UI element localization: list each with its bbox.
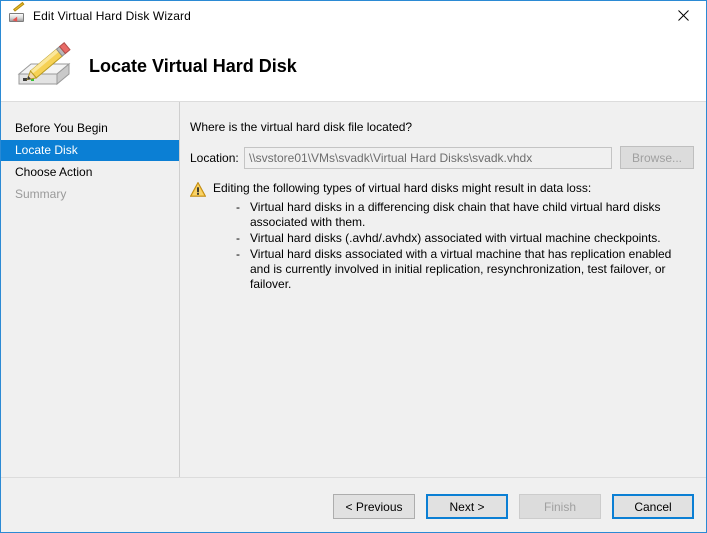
edit-virtual-hard-disk-wizard-window: Edit Virtual Hard Disk Wizard Locate Vir…: [0, 0, 707, 533]
finish-button: Finish: [519, 494, 601, 519]
warning-heading: Editing the following types of virtual h…: [213, 181, 592, 195]
sidebar-item-before-you-begin[interactable]: Before You Begin: [1, 118, 179, 139]
warning-triangle-icon: [189, 181, 207, 197]
list-item: - Virtual hard disks in a differencing di…: [213, 200, 694, 230]
close-button[interactable]: [660, 1, 706, 30]
sidebar-item-choose-action[interactable]: Choose Action: [1, 162, 179, 183]
sidebar-item-locate-disk[interactable]: Locate Disk: [1, 140, 179, 161]
pencil-over-hard-disk-icon: [15, 42, 75, 90]
data-loss-warning: Editing the following types of virtual h…: [189, 181, 694, 293]
wizard-header: Locate Virtual Hard Disk: [1, 31, 706, 101]
bullet-marker: -: [236, 200, 240, 214]
sidebar-item-summary: Summary: [15, 187, 67, 201]
bullet-marker: -: [236, 231, 240, 245]
previous-button[interactable]: < Previous: [333, 494, 415, 519]
list-item: - Virtual hard disks (.avhd/.avhdx) assoc…: [213, 231, 694, 246]
location-label: Location:: [190, 150, 239, 165]
wizard-content: Where is the virtual hard disk file loca…: [180, 102, 706, 477]
list-item-text: Virtual hard disks in a differencing dis…: [250, 200, 661, 229]
warning-text: Editing the following types of virtual h…: [213, 181, 694, 293]
close-icon: [677, 10, 689, 21]
location-row: Location: Browse...: [190, 146, 694, 169]
title-bar: Edit Virtual Hard Disk Wizard: [1, 1, 706, 31]
wizard-step-nav: Before You Begin Locate Disk Choose Acti…: [1, 102, 179, 477]
wizard-body: Before You Begin Locate Disk Choose Acti…: [1, 102, 706, 477]
page-title: Locate Virtual Hard Disk: [89, 55, 297, 76]
bullet-marker: -: [236, 247, 240, 261]
edit-virtual-hard-disk-icon: [9, 1, 25, 24]
location-input[interactable]: [244, 146, 612, 169]
wizard-footer: < Previous Next > Finish Cancel: [1, 478, 706, 532]
content-prompt: Where is the virtual hard disk file loca…: [190, 120, 413, 134]
window-title: Edit Virtual Hard Disk Wizard: [33, 9, 191, 23]
warning-list: - Virtual hard disks in a differencing di…: [213, 200, 694, 292]
browse-button: Browse...: [620, 146, 694, 169]
list-item-text: Virtual hard disks associated with a vir…: [250, 247, 672, 291]
list-item-text: Virtual hard disks (.avhd/.avhdx) associ…: [250, 231, 661, 245]
wizard-button-bar: < Previous Next > Finish Cancel: [333, 494, 694, 519]
list-item: - Virtual hard disks associated with a vi…: [213, 247, 694, 292]
cancel-button[interactable]: Cancel: [612, 494, 694, 519]
next-button[interactable]: Next >: [426, 494, 508, 519]
